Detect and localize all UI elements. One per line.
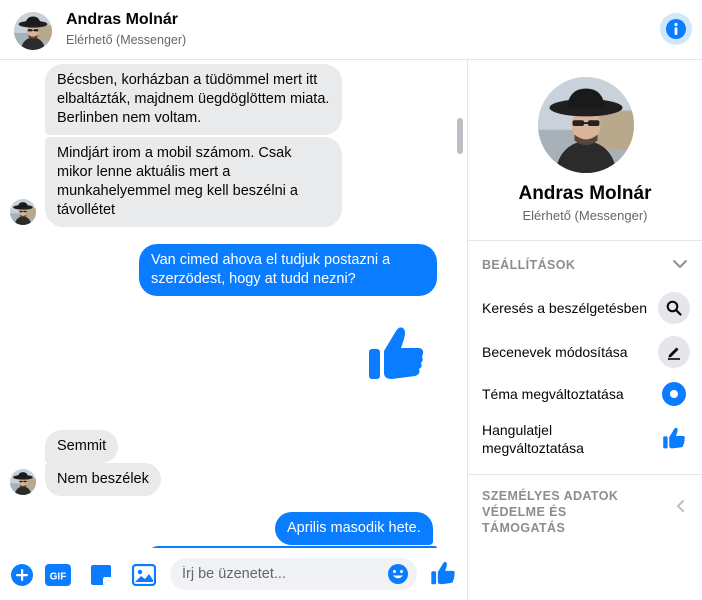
gif-button[interactable]: GIF [45, 562, 71, 588]
change-theme-item[interactable]: Téma megváltoztatása [468, 376, 702, 412]
search-icon [658, 292, 690, 324]
message-bubble[interactable]: Nem beszélek [45, 463, 161, 496]
thumbs-up-icon [658, 422, 690, 454]
photo-button[interactable] [131, 562, 157, 588]
search-in-conversation-item[interactable]: Keresés a beszélgetésben [468, 290, 702, 326]
message-input-wrapper [170, 558, 417, 590]
emoji-icon[interactable] [387, 563, 409, 585]
avatar[interactable] [14, 12, 52, 50]
divider [468, 240, 702, 241]
privacy-section-header[interactable]: SZEMÉLYES ADATOK VÉDELME ÉS TÁMOGATÁS [468, 484, 702, 535]
thumbs-up-icon [431, 561, 455, 585]
messenger-window: Andras Molnár Elérhető (Messenger) Bécsb… [0, 0, 702, 600]
message-bubble[interactable]: Aprilis masodik hete. [275, 512, 433, 545]
item-label: Keresés a beszélgetésben [482, 300, 647, 316]
avatar[interactable] [10, 199, 36, 225]
photo-icon [132, 564, 156, 586]
message-bubble[interactable]: Mindjárt irom a mobil számom. Csak mikor… [45, 137, 342, 227]
edit-nicknames-item[interactable]: Becenevek módosítása [468, 334, 702, 370]
chevron-down-icon [673, 260, 687, 268]
info-button[interactable] [660, 13, 692, 45]
gif-icon: GIF [45, 564, 71, 586]
item-label: Hangulatjel megváltoztatása [482, 422, 584, 456]
message-bubble[interactable]: Van cimed ahova el tudjuk postazni a sze… [139, 244, 437, 296]
thumbs-up-icon [369, 327, 424, 379]
panel-contact-name[interactable]: Andras Molnár [468, 183, 702, 205]
item-label: Becenevek módosítása [482, 344, 628, 360]
info-icon [666, 19, 686, 39]
message-input[interactable] [182, 558, 382, 590]
settings-section-header[interactable]: BEÁLLÍTÁSOK [468, 250, 702, 280]
add-button[interactable] [9, 562, 35, 588]
privacy-section-title: SZEMÉLYES ADATOK VÉDELME ÉS TÁMOGATÁS [482, 489, 619, 535]
divider [468, 474, 702, 475]
sticker-icon [91, 565, 111, 585]
pencil-icon [658, 336, 690, 368]
item-label: Téma megváltoztatása [482, 386, 624, 402]
message-list[interactable]: Bécsben, korházban a tüdömmel mert itt e… [0, 60, 467, 548]
conversation-info-panel: Andras Molnár Elérhető (Messenger) BEÁLL… [467, 60, 702, 600]
theme-color-icon [658, 378, 690, 410]
svg-text:GIF: GIF [50, 572, 67, 583]
message-bubble[interactable]: Semmit [45, 430, 119, 463]
avatar[interactable] [10, 469, 36, 495]
composer-bar: GIF [0, 548, 467, 600]
message-bubble[interactable]: Bécsben, korházban a tüdömmel mert itt e… [45, 64, 342, 135]
panel-contact-status: Elérhető (Messenger) [522, 208, 648, 223]
conversation-header: Andras Molnár Elérhető (Messenger) [0, 0, 702, 60]
send-like-button[interactable] [430, 560, 456, 586]
settings-section-title: BEÁLLÍTÁSOK [482, 258, 576, 272]
contact-name[interactable]: Andras Molnár [66, 11, 178, 29]
avatar[interactable] [538, 77, 634, 173]
chevron-left-icon [677, 500, 684, 512]
contact-status: Elérhető (Messenger) [66, 33, 187, 47]
plus-icon [11, 564, 33, 586]
change-emoji-item[interactable]: Hangulatjel megváltoztatása [468, 418, 702, 462]
scrollbar[interactable] [457, 118, 463, 154]
sticker-button[interactable] [88, 562, 114, 588]
